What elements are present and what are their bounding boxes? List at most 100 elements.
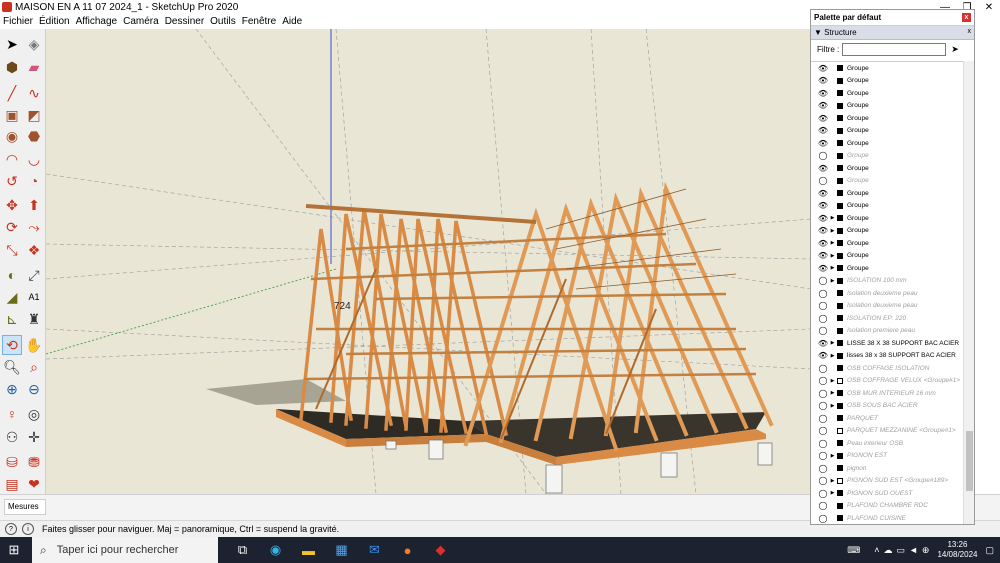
expand-arrow-icon[interactable]: ▶ [829,340,836,346]
eye-hidden-icon[interactable]: ◯ [817,376,829,385]
eye-hidden-icon[interactable]: ◯ [817,489,829,498]
eye-visible-icon[interactable]: 👁︎ [817,76,829,85]
eye-visible-icon[interactable]: 👁︎ [817,251,829,260]
outliner-row[interactable]: ◯ ▶ OSB SOUS BAC ACIER [811,400,963,413]
expand-arrow-icon[interactable]: ▶ [829,240,836,246]
eye-hidden-icon[interactable]: ◯ [817,389,829,398]
move-icon[interactable]: ✥ [2,195,22,215]
eye-hidden-icon[interactable]: ◯ [817,476,829,485]
outliner-row[interactable]: ◯ ▶ OSB COFFRAGE VELUX <Groupe#1> [811,375,963,388]
menu-camera[interactable]: Caméra [120,16,162,27]
eye-visible-icon[interactable]: 👁︎ [817,189,829,198]
eye-hidden-icon[interactable]: ◯ [817,514,829,523]
eye-visible-icon[interactable]: 👁︎ [817,201,829,210]
notifications-icon[interactable]: ▢ [985,545,994,556]
outliner-row[interactable]: 👁︎ ▶ Groupe [811,212,963,225]
eye-hidden-icon[interactable]: ◯ [817,289,829,298]
section-close-icon[interactable]: x [968,28,972,35]
outliner-row[interactable]: ◯ ▶ OSB MUR INTERIEUR 16 mm [811,387,963,400]
expand-arrow-icon[interactable]: ▶ [829,478,836,484]
previous-view-icon[interactable]: ⊖ [24,379,44,399]
outliner-row[interactable]: 👁︎ Groupe [811,112,963,125]
outliner-row[interactable]: 👁︎ ▶ Groupe [811,225,963,238]
outliner-row[interactable]: ◯ ▶ PIGNON SUD EST <Groupe#189> [811,475,963,488]
outliner-row[interactable]: ◯ PLAFOND CUISINE [811,512,963,524]
firefox-icon[interactable]: ● [391,537,424,563]
mail-icon[interactable]: ✉ [358,537,391,563]
eye-visible-icon[interactable]: 👁︎ [817,164,829,173]
three-point-arc-icon[interactable]: ↺ [2,171,22,191]
two-point-arc-icon[interactable]: ◡ [24,149,44,169]
eye-visible-icon[interactable]: 👁︎ [817,64,829,73]
eye-hidden-icon[interactable]: ◯ [817,176,829,185]
outliner-row[interactable]: 👁︎ Groupe [811,162,963,175]
outliner-row[interactable]: 👁︎ Groupe [811,200,963,213]
eye-hidden-icon[interactable]: ◯ [817,314,829,323]
3d-text-icon[interactable]: ♜ [24,309,44,329]
taskbar-clock[interactable]: 13:26 14/08/2024 [937,540,977,560]
eye-visible-icon[interactable]: 👁︎ [817,264,829,273]
eye-visible-icon[interactable]: 👁︎ [817,214,829,223]
outliner-row[interactable]: 👁︎ Groupe [811,75,963,88]
tape-measure-icon[interactable]: ◐ [2,265,22,285]
outliner-row[interactable]: 👁︎ ▶ LISSE 38 X 38 SUPPORT BAC ACIER [811,337,963,350]
outliner-row[interactable]: 👁︎ ▶ Groupe [811,250,963,263]
look-around-icon[interactable]: ◎ [24,404,44,424]
menu-aide[interactable]: Aide [279,16,305,27]
volume-icon[interactable]: ◄ [909,545,918,555]
rotate-icon[interactable]: ⟳ [2,217,22,237]
outliner-row[interactable]: ◯ OSB COFFAGE ISOLATION [811,362,963,375]
eye-hidden-icon[interactable]: ◯ [817,401,829,410]
eye-visible-icon[interactable]: 👁︎ [817,114,829,123]
eye-visible-icon[interactable]: 👁︎ [817,101,829,110]
menu-fenetre[interactable]: Fenêtre [239,16,279,27]
extension-warehouse-icon[interactable]: ⛃ [24,452,44,472]
outliner-row[interactable]: 👁︎ Groupe [811,87,963,100]
section-plane-icon[interactable]: ✛ [24,427,44,447]
eye-visible-icon[interactable]: 👁︎ [817,339,829,348]
eye-hidden-icon[interactable]: ◯ [817,426,829,435]
outliner-row[interactable]: ◯ PARQUET [811,412,963,425]
expand-arrow-icon[interactable]: ▶ [829,353,836,359]
eye-visible-icon[interactable]: 👁︎ [817,139,829,148]
measurements-label[interactable]: Mesures [4,499,46,515]
taskbar-search-box[interactable]: ⌕ Taper ici pour rechercher [32,537,218,563]
eye-hidden-icon[interactable]: ◯ [817,451,829,460]
menu-dessiner[interactable]: Dessiner [162,16,207,27]
geo-location-icon[interactable]: ? [5,523,17,535]
outliner-row[interactable]: ◯ ▶ PIGNON EST [811,450,963,463]
eye-hidden-icon[interactable]: ◯ [817,301,829,310]
zoom-window-icon[interactable]: ⌕ [24,357,44,377]
windows-start-icon[interactable]: ⊞ [0,542,28,558]
eye-visible-icon[interactable]: 👁︎ [817,126,829,135]
circle-icon[interactable]: ◉ [2,126,22,146]
outliner-row[interactable]: 👁︎ Groupe [811,187,963,200]
show-hidden-icons[interactable]: ˄ [874,545,879,555]
expand-arrow-icon[interactable]: ▶ [829,378,836,384]
network-icon[interactable]: ▭ [896,545,905,556]
expand-arrow-icon[interactable]: ▶ [829,490,836,496]
eye-hidden-icon[interactable]: ◯ [817,464,829,473]
filter-input[interactable] [842,42,947,56]
push-pull-icon[interactable]: ⬆ [24,195,44,215]
zoom-icon[interactable]: 🔍︎ [2,357,22,377]
layout-icon[interactable]: ▤ [2,474,22,494]
outliner-row[interactable]: 👁︎ ▶ lisses 38 x 38 SUPPORT BAC ACIER [811,350,963,363]
outliner-row[interactable]: ◯ Groupe [811,150,963,163]
eye-hidden-icon[interactable]: ◯ [817,501,829,510]
file-explorer-icon[interactable]: ▬ [292,537,325,563]
text-tool-icon[interactable]: A1 [24,287,44,307]
menu-affichage[interactable]: Affichage [73,16,121,27]
eye-hidden-icon[interactable]: ◯ [817,326,829,335]
outliner-row[interactable]: 👁︎ Groupe [811,125,963,138]
make-component-icon[interactable]: ◈ [24,34,44,54]
outliner-row[interactable]: ◯ Groupe [811,175,963,188]
outliner-row[interactable]: 👁︎ ▶ Groupe [811,237,963,250]
select-tool-icon[interactable]: ➤ [2,34,22,54]
language-icon[interactable]: ⊕ [922,545,930,556]
outliner-row[interactable]: ◯ Isolation deuxieme peau [811,287,963,300]
info-icon[interactable]: i [22,523,34,535]
extension-manager-icon[interactable]: ❤ [24,474,44,494]
outliner-scrollbar[interactable] [963,61,974,524]
task-view-icon[interactable]: ⧉ [226,537,259,563]
